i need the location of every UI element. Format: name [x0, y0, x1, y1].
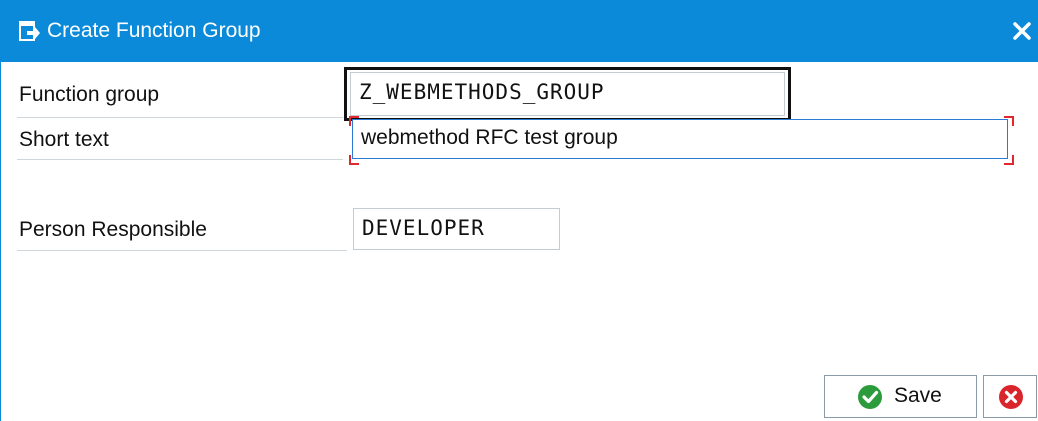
cancel-icon: [999, 385, 1023, 409]
save-button[interactable]: Save: [824, 375, 977, 418]
person-responsible-label: Person Responsible: [19, 218, 207, 241]
person-responsible-field[interactable]: DEVELOPER: [353, 208, 560, 250]
checkmark-icon: [858, 385, 882, 409]
create-document-icon: [19, 21, 40, 41]
required-marker: [349, 116, 359, 126]
cancel-button[interactable]: [983, 375, 1037, 418]
focus-frame: [344, 67, 791, 121]
save-button-label: Save: [894, 384, 942, 407]
short-text-label: Short text: [19, 128, 109, 151]
create-function-group-dialog: Create Function Group Function group Z_W…: [0, 0, 1038, 421]
row-divider: [17, 117, 343, 118]
dialog-title: Create Function Group: [47, 19, 261, 42]
row-divider: [17, 159, 343, 160]
required-marker: [349, 155, 359, 165]
close-icon[interactable]: [1011, 20, 1033, 42]
required-marker: [1004, 155, 1014, 165]
function-group-label: Function group: [19, 83, 160, 106]
dialog-titlebar: Create Function Group: [1, 0, 1038, 62]
row-divider: [17, 250, 347, 251]
short-text-field[interactable]: webmethod RFC test group: [352, 119, 1008, 159]
required-marker: [1004, 116, 1014, 126]
